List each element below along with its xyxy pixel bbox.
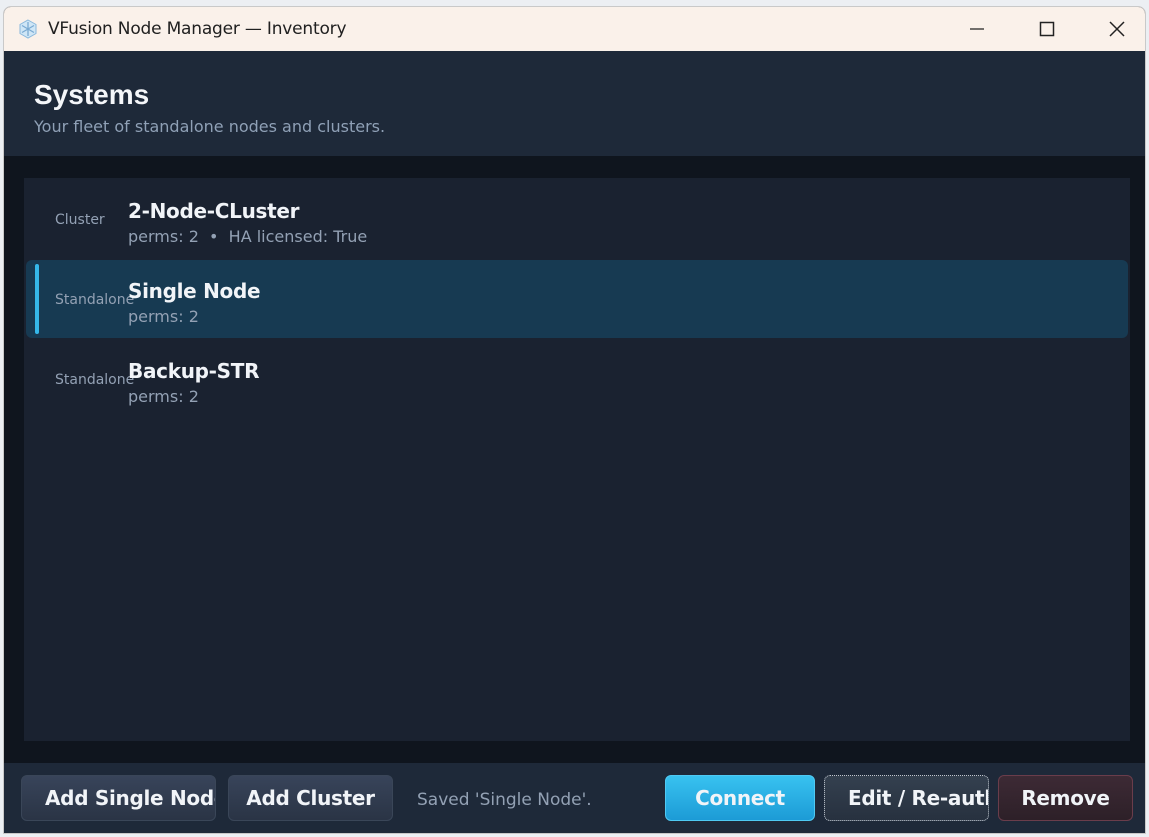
content-area: Cluster 2-Node-CLuster perms: 2 • HA lic… (4, 156, 1145, 763)
system-row[interactable]: Cluster 2-Node-CLuster perms: 2 • HA lic… (26, 180, 1128, 258)
page-header: Systems Your fleet of standalone nodes a… (4, 51, 1145, 156)
system-name: 2-Node-CLuster (128, 199, 300, 223)
selection-indicator (35, 264, 39, 334)
status-message: Saved 'Single Node'. (417, 790, 592, 810)
maximize-button[interactable] (1012, 7, 1082, 51)
connect-button[interactable]: Connect (665, 775, 815, 821)
close-icon (1109, 21, 1125, 37)
window-title: VFusion Node Manager — Inventory (48, 19, 347, 39)
add-cluster-button[interactable]: Add Cluster (228, 775, 393, 821)
system-meta: perms: 2 (128, 387, 199, 406)
system-name: Single Node (128, 279, 261, 303)
minimize-icon (970, 28, 984, 30)
action-bar: Add Single Node Add Cluster Saved 'Singl… (4, 763, 1145, 833)
remove-button[interactable]: Remove (998, 775, 1133, 821)
system-row[interactable]: Standalone Backup-STR perms: 2 (26, 340, 1128, 418)
add-single-node-button[interactable]: Add Single Node (21, 775, 216, 821)
close-button[interactable] (1082, 7, 1145, 51)
system-kind: Standalone (55, 292, 135, 308)
app-window: VFusion Node Manager — Inventory Systems… (3, 6, 1146, 834)
system-meta: perms: 2 (128, 307, 199, 326)
snowflake-hex-icon (19, 19, 37, 39)
maximize-icon (1039, 21, 1055, 37)
system-row-selected[interactable]: Standalone Single Node perms: 2 (26, 260, 1128, 338)
systems-list[interactable]: Cluster 2-Node-CLuster perms: 2 • HA lic… (24, 178, 1130, 741)
system-kind: Standalone (55, 372, 135, 388)
system-kind: Cluster (55, 212, 105, 228)
page-title: Systems (34, 79, 150, 110)
title-bar[interactable]: VFusion Node Manager — Inventory (4, 7, 1145, 52)
minimize-button[interactable] (942, 7, 1012, 51)
page-subtitle: Your fleet of standalone nodes and clust… (34, 117, 386, 136)
system-meta: perms: 2 • HA licensed: True (128, 227, 368, 246)
system-name: Backup-STR (128, 359, 260, 383)
edit-reauth-button[interactable]: Edit / Re-auth (824, 775, 989, 821)
